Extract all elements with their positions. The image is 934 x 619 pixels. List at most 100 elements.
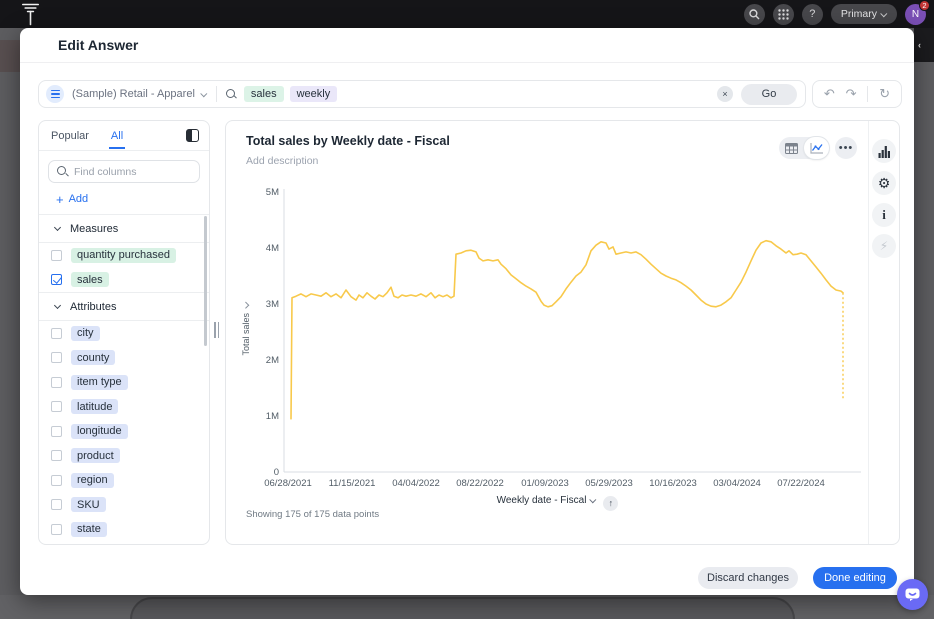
configure-chart-button[interactable] bbox=[872, 139, 896, 163]
nav-search-button[interactable] bbox=[744, 4, 765, 25]
checkbox-checked[interactable] bbox=[51, 274, 62, 285]
table-view-button[interactable] bbox=[779, 137, 804, 159]
nav-help-button[interactable]: ? bbox=[802, 4, 823, 25]
column-item[interactable]: state bbox=[39, 517, 209, 542]
chart-view-button[interactable] bbox=[804, 137, 829, 159]
tab-all[interactable]: All bbox=[109, 122, 125, 149]
column-item[interactable]: quantity purchased bbox=[39, 243, 209, 268]
column-label: SKU bbox=[71, 497, 106, 512]
chat-launcher-button[interactable] bbox=[897, 579, 928, 610]
column-item[interactable]: region bbox=[39, 468, 209, 493]
sidebar-scrollbar[interactable] bbox=[204, 216, 207, 346]
column-item[interactable]: product bbox=[39, 444, 209, 469]
go-button[interactable]: Go bbox=[741, 84, 797, 105]
table-icon bbox=[785, 143, 798, 154]
column-label: region bbox=[71, 473, 114, 488]
checkbox[interactable] bbox=[51, 426, 62, 437]
column-item[interactable]: latitude bbox=[39, 395, 209, 420]
primary-dropdown[interactable]: Primary bbox=[831, 4, 897, 24]
chart-settings-button[interactable]: ⚙ bbox=[872, 171, 896, 195]
user-avatar[interactable]: N 2 bbox=[905, 4, 926, 25]
undo-button[interactable]: ↶ bbox=[824, 86, 835, 102]
sidebar-tabs: Popular All bbox=[39, 121, 209, 151]
search-token-list: sales weekly bbox=[244, 86, 343, 102]
search-icon bbox=[57, 166, 68, 177]
checkbox[interactable] bbox=[51, 377, 62, 388]
add-column-button[interactable]: + Add bbox=[39, 183, 209, 214]
column-label: county bbox=[71, 350, 115, 365]
sort-ascending-button[interactable]: ↑ bbox=[603, 496, 618, 511]
checkbox[interactable] bbox=[51, 250, 62, 261]
reset-button[interactable]: ↻ bbox=[879, 86, 890, 102]
chevron-down-icon bbox=[880, 10, 887, 17]
spotiq-button[interactable]: ⚡ bbox=[872, 234, 896, 258]
chevron-down-icon bbox=[590, 496, 597, 503]
search-token[interactable]: sales bbox=[244, 86, 284, 102]
columns-sidebar: Popular All + Add Measures quantity purch… bbox=[38, 120, 210, 545]
tab-popular[interactable]: Popular bbox=[49, 122, 91, 149]
panel-resize-handle[interactable] bbox=[214, 322, 222, 338]
x-tick-label: 08/22/2022 bbox=[456, 478, 504, 489]
notification-badge: 2 bbox=[919, 0, 930, 11]
y-axis-label[interactable]: Total sales bbox=[241, 294, 251, 364]
modal-title: Edit Answer bbox=[58, 37, 138, 53]
apps-grid-icon bbox=[778, 9, 789, 20]
checkbox[interactable] bbox=[51, 401, 62, 412]
done-editing-button[interactable]: Done editing bbox=[813, 567, 897, 589]
section-label: Measures bbox=[70, 223, 118, 235]
divider bbox=[867, 86, 868, 102]
plus-icon: + bbox=[56, 195, 64, 204]
find-columns-box bbox=[48, 160, 200, 183]
checkbox[interactable] bbox=[51, 524, 62, 535]
primary-label: Primary bbox=[841, 8, 877, 20]
clear-search-button[interactable]: × bbox=[717, 86, 733, 102]
section-header[interactable]: Measures bbox=[39, 214, 209, 243]
column-item[interactable]: longitude bbox=[39, 419, 209, 444]
column-item[interactable]: item type bbox=[39, 370, 209, 395]
column-label: longitude bbox=[71, 424, 128, 439]
redo-button[interactable]: ↷ bbox=[846, 86, 857, 102]
x-tick-label: 03/04/2024 bbox=[713, 478, 761, 489]
collapse-panel-icon[interactable] bbox=[186, 129, 199, 142]
checkbox[interactable] bbox=[51, 475, 62, 486]
edit-answer-modal: Edit Answer (Sample) Retail - Apparel sa… bbox=[20, 28, 914, 595]
search-actions: ↶ ↷ ↻ bbox=[812, 80, 902, 108]
checkbox[interactable] bbox=[51, 328, 62, 339]
section-label: Attributes bbox=[70, 301, 116, 313]
chevron-down-icon bbox=[242, 302, 249, 309]
column-label: state bbox=[71, 522, 107, 537]
search-bar[interactable]: (Sample) Retail - Apparel salesweekly × … bbox=[38, 80, 806, 108]
checkbox[interactable] bbox=[51, 450, 62, 461]
column-item[interactable]: county bbox=[39, 346, 209, 371]
x-tick-label: 11/15/2021 bbox=[329, 478, 376, 489]
chart-title: Total sales by Weekly date - Fiscal bbox=[246, 134, 450, 148]
column-label: item type bbox=[71, 375, 128, 390]
x-tick-label: 06/28/2021 bbox=[264, 478, 312, 489]
column-item[interactable]: SKU bbox=[39, 493, 209, 518]
search-token[interactable]: weekly bbox=[290, 86, 338, 102]
answer-details-button[interactable]: i bbox=[872, 203, 896, 227]
add-label: Add bbox=[69, 193, 89, 205]
background-overlay-left bbox=[0, 40, 20, 72]
column-item[interactable]: sales bbox=[39, 268, 209, 293]
background-overlay-right bbox=[914, 28, 934, 62]
chevron-down-icon bbox=[200, 90, 207, 97]
discard-changes-button[interactable]: Discard changes bbox=[698, 567, 798, 589]
line-chart bbox=[241, 184, 863, 496]
sales-line-series[interactable] bbox=[291, 241, 843, 419]
y-tick-label: 4M bbox=[241, 243, 279, 254]
data-source-selector[interactable]: (Sample) Retail - Apparel bbox=[72, 88, 195, 100]
search-icon bbox=[749, 9, 760, 20]
y-tick-label: 1M bbox=[241, 411, 279, 422]
data-source-icon[interactable] bbox=[46, 85, 64, 103]
column-item[interactable]: city bbox=[39, 321, 209, 346]
nav-apps-button[interactable] bbox=[773, 4, 794, 25]
section-header[interactable]: Attributes bbox=[39, 292, 209, 321]
find-columns-input[interactable] bbox=[74, 166, 184, 178]
more-options-button[interactable]: ••• bbox=[835, 137, 857, 159]
add-description[interactable]: Add description bbox=[246, 155, 318, 167]
chart-plot-area[interactable]: 01M2M3M4M5M 06/28/202111/15/202104/04/20… bbox=[241, 184, 863, 496]
checkbox[interactable] bbox=[51, 499, 62, 510]
checkbox[interactable] bbox=[51, 352, 62, 363]
chevron-down-icon bbox=[54, 224, 61, 231]
